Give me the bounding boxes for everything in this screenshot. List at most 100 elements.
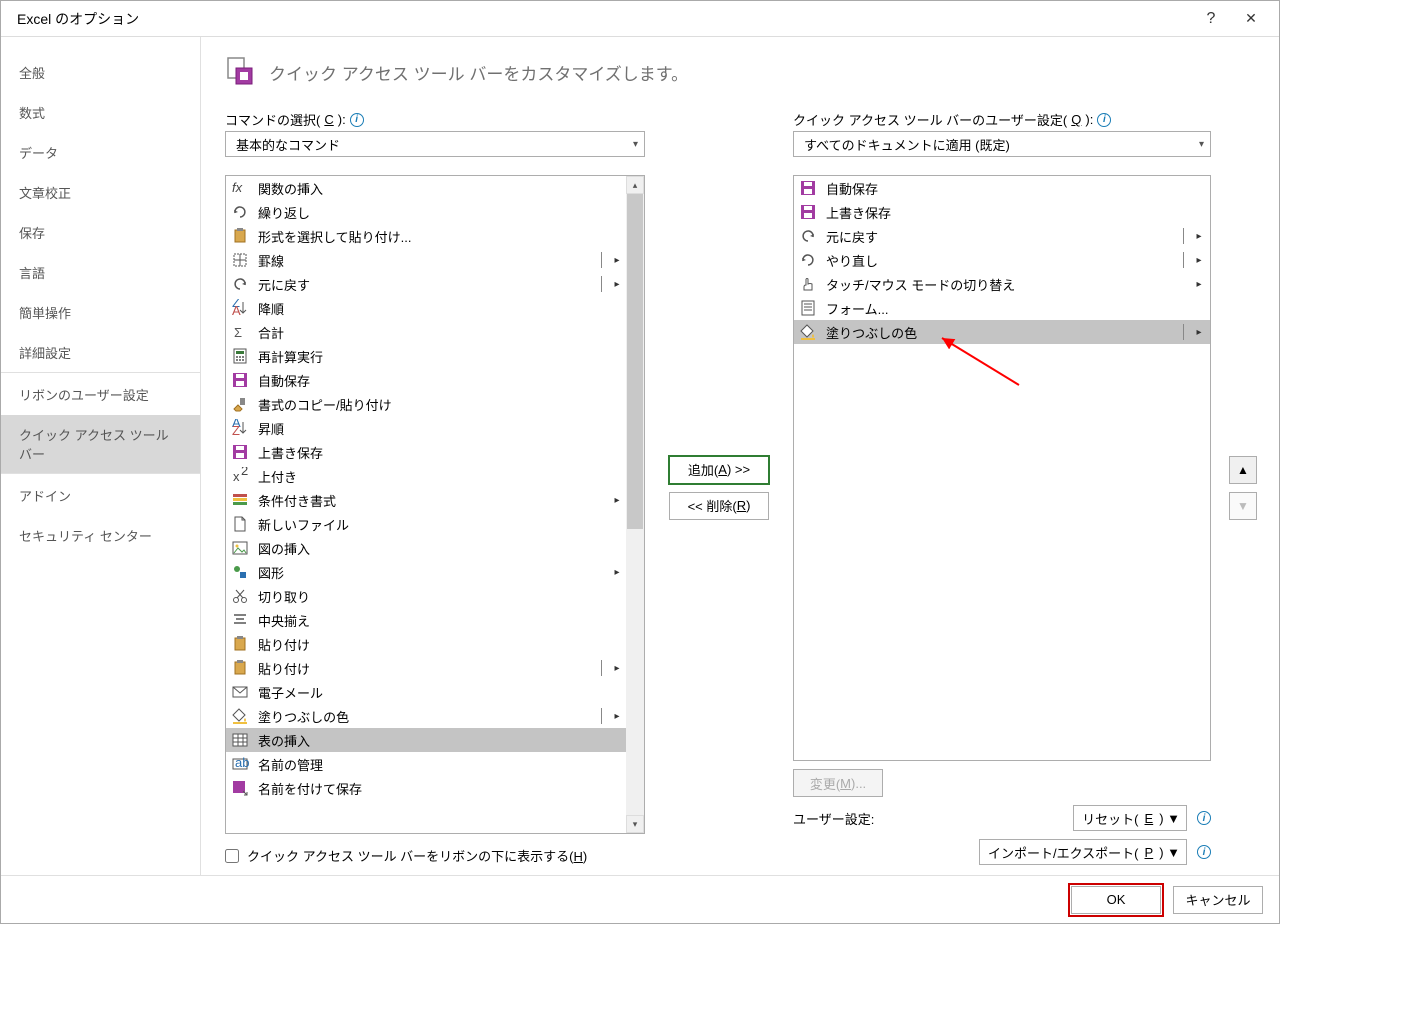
list-item[interactable]: 条件付き書式▸: [226, 488, 644, 512]
info-icon[interactable]: i: [350, 113, 364, 127]
sort-az-icon: AZ: [230, 418, 250, 438]
svg-text:A: A: [232, 303, 241, 317]
choose-commands-dropdown[interactable]: 基本的なコマンド▾: [225, 131, 645, 157]
reset-button[interactable]: リセット(E) ▼: [1073, 805, 1187, 831]
list-item[interactable]: タッチ/マウス モードの切り替え▸: [794, 272, 1210, 296]
ok-button[interactable]: OK: [1071, 886, 1161, 914]
list-item[interactable]: Σ 合計: [226, 320, 644, 344]
list-item-label: 図形: [258, 563, 602, 582]
svg-text:fx: fx: [232, 180, 243, 195]
sidebar-item[interactable]: リボンのユーザー設定: [1, 375, 200, 415]
list-item[interactable]: 繰り返し: [226, 200, 644, 224]
list-item[interactable]: 図形▸: [226, 560, 644, 584]
scroll-down-icon[interactable]: ▾: [626, 815, 644, 833]
show-below-ribbon-label: クイック アクセス ツール バーをリボンの下に表示する(H): [247, 846, 587, 865]
list-item-label: 罫線: [258, 251, 593, 270]
close-icon[interactable]: ✕: [1231, 1, 1271, 37]
sidebar-item[interactable]: 詳細設定: [1, 333, 200, 373]
list-item[interactable]: 塗りつぶしの色▸: [226, 704, 644, 728]
list-item[interactable]: 罫線 ▸: [226, 248, 644, 272]
info-icon[interactable]: i: [1097, 113, 1111, 127]
list-item[interactable]: 名前を付けて保存: [226, 776, 644, 800]
list-item[interactable]: 電子メール: [226, 680, 644, 704]
list-item[interactable]: x2上付き: [226, 464, 644, 488]
sidebar-item[interactable]: クイック アクセス ツール バー: [1, 415, 200, 474]
list-item[interactable]: 再計算実行: [226, 344, 644, 368]
list-item[interactable]: 塗りつぶしの色▸: [794, 320, 1210, 344]
move-up-button[interactable]: ▲: [1229, 456, 1257, 484]
cancel-button[interactable]: キャンセル: [1173, 886, 1263, 914]
info-icon[interactable]: i: [1197, 811, 1211, 825]
submenu-arrow-icon: ▸: [610, 495, 624, 506]
sidebar-item[interactable]: 全般: [1, 53, 200, 93]
list-item[interactable]: 新しいファイル: [226, 512, 644, 536]
list-item-label: 貼り付け: [258, 635, 624, 654]
sidebar-item[interactable]: 保存: [1, 213, 200, 253]
list-item[interactable]: 貼り付け▸: [226, 656, 644, 680]
list-item-label: 新しいファイル: [258, 515, 624, 534]
sigma-icon: Σ: [230, 322, 250, 342]
scrollbar[interactable]: ▴ ▾: [626, 176, 644, 833]
new-icon: [230, 514, 250, 534]
list-item[interactable]: 上書き保存: [226, 440, 644, 464]
list-item-label: 自動保存: [258, 371, 624, 390]
list-item-label: 塗りつぶしの色: [826, 323, 1175, 342]
scroll-up-icon[interactable]: ▴: [626, 176, 644, 194]
qat-commands-listbox[interactable]: 自動保存上書き保存元に戻す▸ やり直し ▸ タッチ/マウス モードの切り替え▸フォーム…: [793, 175, 1211, 761]
move-down-button: ▼: [1229, 492, 1257, 520]
list-item[interactable]: ZA降順: [226, 296, 644, 320]
center-icon: [230, 610, 250, 630]
list-item[interactable]: 貼り付け: [226, 632, 644, 656]
list-item[interactable]: フォーム...: [794, 296, 1210, 320]
chevron-down-icon: ▾: [633, 139, 638, 150]
import-export-button[interactable]: インポート/エクスポート(P) ▼: [979, 839, 1187, 865]
list-item[interactable]: fx関数の挿入: [226, 176, 644, 200]
sidebar-item[interactable]: セキュリティ センター: [1, 516, 200, 556]
sidebar-item[interactable]: 数式: [1, 93, 200, 133]
list-item[interactable]: 中央揃え: [226, 608, 644, 632]
list-item[interactable]: 形式を選択して貼り付け...: [226, 224, 644, 248]
submenu-arrow-icon: ▸: [610, 255, 624, 266]
save-icon: [798, 202, 818, 222]
list-item[interactable]: 上書き保存: [794, 200, 1210, 224]
list-item-label: 合計: [258, 323, 624, 342]
list-item[interactable]: ab名前の管理: [226, 752, 644, 776]
info-icon[interactable]: i: [1197, 845, 1211, 859]
apply-to-dropdown[interactable]: すべてのドキュメントに適用 (既定)▾: [793, 131, 1211, 157]
list-item[interactable]: 表の挿入: [226, 728, 644, 752]
submenu-arrow-icon: ▸: [610, 711, 624, 722]
list-item-label: タッチ/マウス モードの切り替え: [826, 275, 1184, 294]
remove-button[interactable]: << 削除(R): [669, 492, 769, 520]
sidebar-item[interactable]: 言語: [1, 253, 200, 293]
titlebar: Excel のオプション ? ✕: [1, 1, 1279, 37]
available-commands-listbox[interactable]: ▴ ▾ fx関数の挿入繰り返し形式を選択して貼り付け...罫線▸元に戻す▸ZA降…: [225, 175, 645, 834]
submenu-arrow-icon: ▸: [1192, 255, 1206, 266]
sidebar-item[interactable]: アドイン: [1, 476, 200, 516]
list-item-label: やり直し: [826, 251, 1175, 270]
list-item[interactable]: 図の挿入: [226, 536, 644, 560]
list-item[interactable]: 自動保存: [794, 176, 1210, 200]
sidebar-item[interactable]: データ: [1, 133, 200, 173]
list-item[interactable]: 元に戻す▸: [226, 272, 644, 296]
list-item-label: 電子メール: [258, 683, 624, 702]
undo-icon: [230, 274, 250, 294]
page-title: クイック アクセス ツール バーをカスタマイズします。: [269, 60, 688, 85]
list-item[interactable]: 書式のコピー/貼り付け: [226, 392, 644, 416]
autosave-icon: [230, 370, 250, 390]
list-item[interactable]: 元に戻す▸: [794, 224, 1210, 248]
customizations-label: ユーザー設定:: [793, 809, 1063, 828]
list-item-label: 再計算実行: [258, 347, 624, 366]
sidebar-item[interactable]: 文章校正: [1, 173, 200, 213]
help-icon[interactable]: ?: [1191, 1, 1231, 37]
list-item[interactable]: 自動保存: [226, 368, 644, 392]
sidebar-item[interactable]: 簡単操作: [1, 293, 200, 333]
list-item[interactable]: AZ昇順: [226, 416, 644, 440]
list-item[interactable]: やり直し ▸: [794, 248, 1210, 272]
list-item[interactable]: 切り取り: [226, 584, 644, 608]
show-below-ribbon-checkbox[interactable]: [225, 849, 239, 863]
add-button[interactable]: 追加(A) >>: [669, 456, 769, 484]
list-item-label: 形式を選択して貼り付け...: [258, 227, 624, 246]
svg-text:Σ: Σ: [234, 325, 242, 340]
paste-special-icon: [230, 226, 250, 246]
submenu-arrow-icon: ▸: [610, 279, 624, 290]
